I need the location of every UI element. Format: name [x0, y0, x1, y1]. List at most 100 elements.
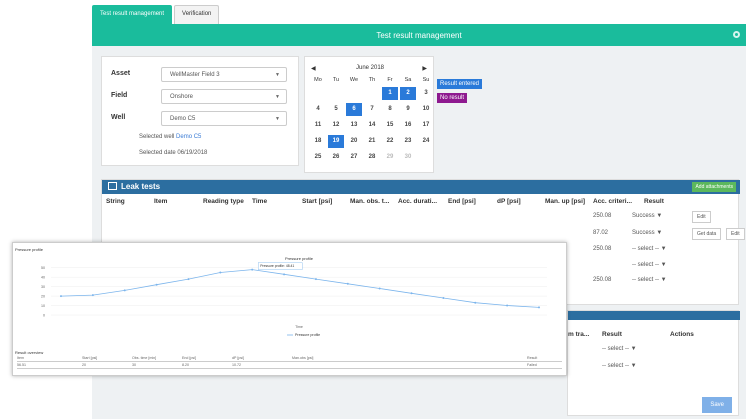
y-tick-label: 50 — [41, 266, 45, 270]
add-attachments-button[interactable]: Add attachments — [692, 182, 736, 192]
data-point — [442, 296, 445, 299]
data-point — [378, 287, 381, 290]
asset-select[interactable]: WellMaster Field 3 ▼ — [161, 67, 287, 82]
calendar-day[interactable]: 16 — [400, 119, 416, 132]
y-tick-label: 0 — [43, 314, 45, 318]
calendar-day[interactable]: 13 — [346, 119, 362, 132]
secondary-panel-header — [568, 311, 740, 320]
field-label: Field — [111, 92, 128, 99]
result-select[interactable]: -- select -- ▼ — [602, 346, 637, 352]
calendar-day[interactable]: 15 — [382, 119, 398, 132]
calendar-day[interactable]: 28 — [364, 151, 380, 164]
calendar-day[interactable]: 27 — [346, 151, 362, 164]
field-select[interactable]: Onshore ▼ — [161, 89, 287, 104]
edit-button[interactable]: Edit — [692, 211, 711, 223]
calendar-day[interactable]: 19 — [328, 135, 344, 148]
calendar-day[interactable]: 17 — [418, 119, 434, 132]
calendar-day[interactable]: 29 — [382, 151, 398, 164]
calendar-day[interactable]: 22 — [382, 135, 398, 148]
selected-well-link[interactable]: Demo C5 — [176, 134, 201, 140]
column-header[interactable]: String — [106, 198, 125, 205]
edit-button[interactable]: Get data — [692, 228, 722, 240]
calendar-day[interactable]: 2 — [400, 87, 416, 100]
save-button[interactable]: Save — [702, 397, 732, 413]
result-select[interactable]: Success ▼ — [632, 230, 662, 236]
result-overview-table: Item Start [psi] Obs. time [min] End [psi] d… — [17, 356, 562, 376]
col-m-tra: m tra... — [568, 331, 590, 338]
calendar-day[interactable]: 11 — [310, 119, 326, 132]
well-value: Demo C5 — [170, 116, 196, 122]
selected-date-info: Selected date 06/19/2018 — [139, 150, 208, 156]
calendar-day[interactable]: 10 — [418, 103, 434, 116]
column-header[interactable]: Time — [252, 198, 267, 205]
calendar: ◀ June 2018 ▶ Mo Tu We Th Fr Sa Su 1 2 3 4 5 6 7 8 9 10 1… — [304, 56, 434, 173]
chevron-right-icon[interactable]: ▶ — [422, 65, 427, 72]
edit-button[interactable]: Edit — [726, 228, 745, 240]
table-cell: 56.51 — [17, 363, 26, 367]
calendar-day[interactable]: 8 — [382, 103, 398, 116]
pressure-profile-popup: Pressure profile 0 10 20 30 40 50 Pressure pro… — [12, 242, 567, 376]
calendar-day[interactable]: 4 — [310, 103, 326, 116]
selected-well-info: Selected well Demo C5 — [139, 134, 201, 140]
calendar-day[interactable]: 1 — [382, 87, 398, 100]
cell-acc-criteria: 87.02 — [593, 230, 609, 236]
calendar-day[interactable]: 3 — [418, 87, 434, 100]
result-select[interactable]: -- select -- ▼ — [602, 363, 637, 369]
column-header[interactable]: Man. obs. t... — [350, 198, 389, 205]
calendar-day[interactable]: 5 — [328, 103, 344, 116]
calendar-day[interactable]: 9 — [400, 103, 416, 116]
day-of-week-label: We — [349, 77, 359, 83]
column-header[interactable]: Man. up [psi] — [545, 198, 585, 205]
calendar-day[interactable]: 26 — [328, 151, 344, 164]
column-header[interactable]: Acc. criteri... — [593, 198, 632, 205]
calendar-day[interactable]: 7 — [364, 103, 380, 116]
leak-tests-header: Leak tests — [102, 180, 740, 194]
divider — [17, 361, 562, 362]
table-header: Obs. time [min] — [132, 356, 157, 360]
calendar-day[interactable]: 30 — [400, 151, 416, 164]
data-point — [155, 283, 158, 286]
table-header: Item — [17, 356, 24, 360]
column-header[interactable]: End [psi] — [448, 198, 476, 205]
result-select[interactable]: -- select -- ▼ — [632, 246, 667, 252]
y-tick-label: 10 — [41, 304, 45, 308]
collapse-icon[interactable] — [108, 182, 117, 190]
data-point — [314, 278, 317, 281]
table-cell: Failed — [527, 363, 537, 367]
calendar-day[interactable]: 6 — [346, 103, 362, 116]
gear-icon[interactable] — [733, 31, 740, 38]
tooltip-text: Pressure profile: 48.41 — [260, 264, 294, 268]
table-cell: 8.20 — [182, 363, 189, 367]
pressure-chart: 0 10 20 30 40 50 Pressure profile Time Pressure … — [41, 257, 547, 337]
calendar-day[interactable]: 25 — [310, 151, 326, 164]
asset-label: Asset — [111, 70, 131, 77]
calendar-day[interactable]: 23 — [400, 135, 416, 148]
calendar-day[interactable]: 18 — [310, 135, 326, 148]
result-select[interactable]: -- select -- ▼ — [632, 277, 667, 283]
cell-acc-criteria: 250.08 — [593, 277, 612, 283]
cell-acc-criteria: 250.08 — [593, 246, 612, 252]
tab-test-result-management[interactable]: Test result management — [92, 5, 173, 24]
result-select[interactable]: Success ▼ — [632, 213, 662, 219]
day-of-week-label: Tu — [332, 77, 340, 83]
data-point — [474, 301, 477, 304]
column-header[interactable]: dP [psi] — [497, 198, 521, 205]
calendar-day[interactable]: 20 — [346, 135, 362, 148]
legend-label: Pressure profile — [295, 333, 320, 337]
column-header[interactable]: Item — [154, 198, 167, 205]
day-of-week-label: Mo — [314, 77, 322, 83]
tab-verification[interactable]: Verification — [174, 5, 220, 24]
column-header[interactable]: Result — [644, 198, 664, 205]
well-select[interactable]: Demo C5 ▼ — [161, 111, 287, 126]
calendar-month: June 2018 — [355, 65, 385, 71]
calendar-day[interactable]: 21 — [364, 135, 380, 148]
result-select-value: -- select -- — [602, 363, 629, 369]
column-header[interactable]: Acc. durati... — [398, 198, 437, 205]
y-tick-label: 40 — [41, 276, 45, 280]
column-header[interactable]: Start [psi] — [302, 198, 332, 205]
calendar-day[interactable]: 24 — [418, 135, 434, 148]
calendar-day[interactable]: 12 — [328, 119, 344, 132]
column-header[interactable]: Reading type — [203, 198, 244, 205]
result-select[interactable]: -- select -- ▼ — [632, 262, 667, 268]
calendar-day[interactable]: 14 — [364, 119, 380, 132]
